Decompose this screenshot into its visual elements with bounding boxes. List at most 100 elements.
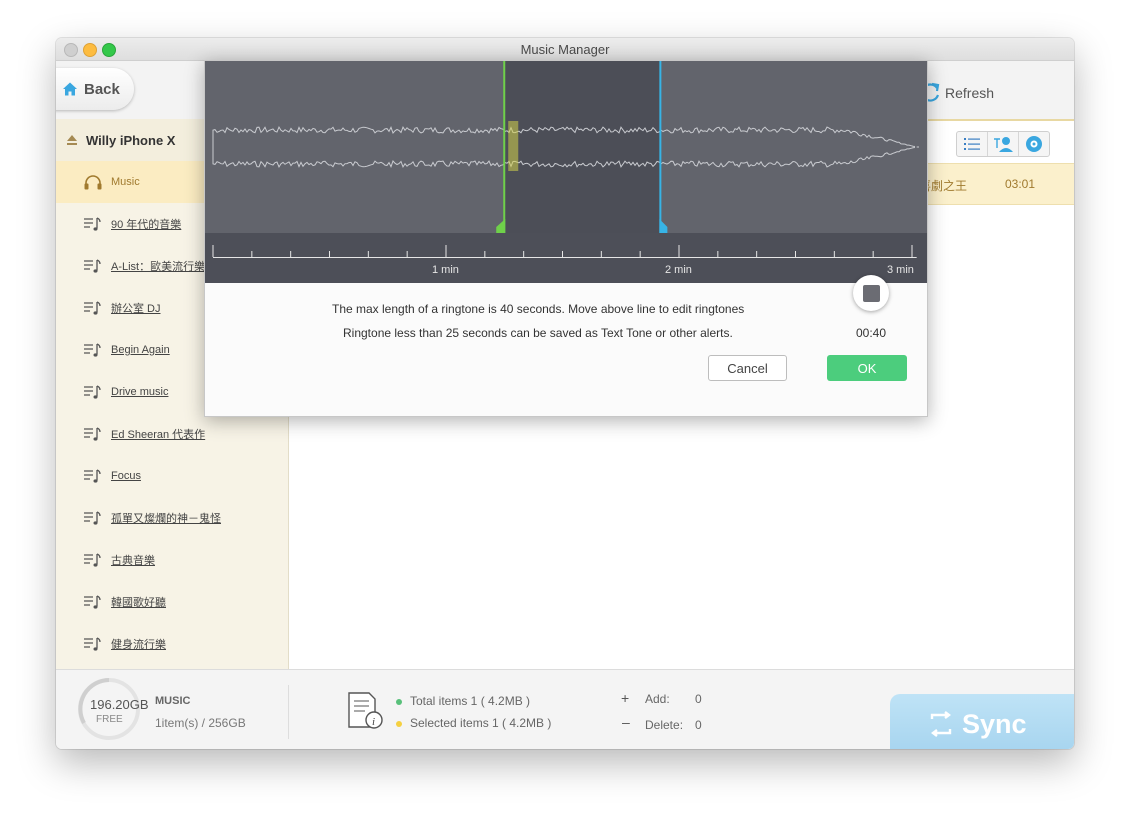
start-marker[interactable]: [496, 61, 506, 233]
ok-button[interactable]: OK: [827, 355, 907, 381]
ruler-tick: [833, 251, 835, 257]
ruler-tick: [872, 251, 874, 257]
minus-icon: –: [622, 714, 630, 730]
ruler-tick: [756, 251, 758, 257]
sidebar-item[interactable]: 古典音樂: [56, 539, 288, 581]
refresh-button[interactable]: Refresh: [918, 81, 994, 105]
ruler-baseline: [213, 257, 917, 258]
selected-items: Selected items 1 ( 4.2MB ): [410, 716, 552, 730]
refresh-label: Refresh: [945, 85, 995, 101]
waveform: [212, 61, 919, 233]
sidebar-item-label: 辦公室 DJ: [111, 303, 161, 315]
playlist-icon: [84, 511, 101, 525]
sidebar-item[interactable]: 健身流行樂: [56, 623, 288, 665]
playlist-icon: [84, 385, 101, 399]
sync-label: Sync: [962, 708, 1027, 739]
storage-free-amount: 196.20GB: [90, 697, 149, 712]
list-view-icon: [964, 138, 980, 150]
stop-icon: [862, 284, 880, 302]
ringtone-alert-message: Ringtone less than 25 seconds can be sav…: [343, 326, 733, 340]
category-count: 1item(s) / 256GB: [155, 716, 246, 730]
device-name: Willy iPhone X: [86, 132, 176, 148]
contacts-view-icon: [994, 137, 1013, 152]
ruler-tick: [562, 251, 563, 257]
sidebar-item-label: Music: [111, 176, 140, 188]
document-info-icon: i: [348, 692, 383, 729]
ruler-tick: [678, 245, 680, 257]
playlist-icon: [84, 343, 101, 357]
sidebar-item-label: 韓國歌好聽: [111, 597, 166, 609]
sidebar-item[interactable]: Ed Sheeran 代表作: [56, 413, 288, 455]
ringtone-editor-dialog: 1 min 2 min 3 min The max length of a ri…: [204, 60, 928, 417]
home-icon: [63, 82, 77, 96]
ruler-tick: [367, 251, 369, 257]
playhead-highlight: [508, 121, 519, 171]
ruler-tick: [911, 245, 913, 257]
ruler-tick: [484, 251, 486, 257]
ruler-tick: [212, 245, 214, 257]
bottom-bar: 196.20GB FREE MUSIC 1item(s) / 256GB i T…: [56, 669, 1074, 749]
ruler-label-1min: 1 min: [432, 264, 459, 276]
playlist-icon: [84, 427, 101, 441]
storage-free-label: FREE: [96, 714, 123, 725]
cancel-button[interactable]: Cancel: [708, 355, 787, 381]
ruler-tick: [329, 251, 330, 257]
ruler-tick: [251, 251, 253, 257]
playlist-icon: [84, 217, 101, 231]
contacts-view-button[interactable]: [988, 132, 1019, 156]
waveform-top: [212, 125, 916, 147]
delete-label: Delete:: [645, 718, 684, 732]
playlist-icon: [84, 469, 101, 483]
sync-button[interactable]: Sync: [890, 694, 1074, 749]
sidebar-item-label: 90 年代的音樂: [111, 219, 182, 231]
ruler-tick: [717, 251, 719, 257]
playlist-icon: [84, 259, 101, 273]
sidebar-item-label: 健身流行樂: [111, 639, 166, 651]
waveform-area[interactable]: [205, 61, 927, 233]
disc-view-button[interactable]: [1019, 132, 1049, 156]
ruler-tick: [445, 245, 447, 257]
stop-button[interactable]: [853, 275, 889, 311]
sidebar-item-label: A-List：歐美流行樂: [111, 261, 206, 273]
ruler-tick: [290, 251, 292, 257]
sidebar-item[interactable]: 孤單又燦爛的神－鬼怪: [56, 497, 288, 539]
window-title: Music Manager: [520, 42, 610, 57]
end-marker[interactable]: [659, 61, 668, 233]
view-switcher: [956, 131, 1050, 157]
ringtone-length-readout: 00:40: [856, 326, 887, 340]
headphones-icon: [84, 175, 102, 190]
sidebar-item-label: Ed Sheeran 代表作: [111, 429, 206, 441]
playlist-icon: [84, 301, 101, 315]
back-button[interactable]: Back: [56, 68, 134, 110]
sidebar-item-label: Drive music: [111, 386, 169, 398]
plus-icon: +: [621, 690, 630, 706]
ruler-label-3min: 3 min: [887, 264, 914, 276]
ruler-tick: [523, 251, 525, 257]
list-view-button[interactable]: [957, 132, 988, 156]
ruler-label-2min: 2 min: [665, 264, 692, 276]
playlist-icon: [84, 595, 101, 609]
sidebar-item-label: Begin Again: [111, 344, 170, 356]
ruler-ticks: [212, 245, 917, 258]
waveform-bottom: [212, 147, 916, 169]
sidebar-item-label: 古典音樂: [111, 555, 155, 567]
sidebar-item-label: 孤單又燦爛的神－鬼怪: [111, 513, 221, 525]
category-label: MUSIC: [155, 695, 191, 707]
playlist-icon: [84, 553, 101, 567]
song-duration: 03:01: [1005, 177, 1036, 191]
add-label: Add:: [645, 692, 670, 706]
ruler-tick: [406, 251, 408, 257]
sidebar-item-label: Focus: [111, 470, 141, 482]
total-dot: [396, 699, 402, 705]
sidebar-item[interactable]: 韓國歌好聽: [56, 581, 288, 623]
eject-icon[interactable]: [66, 134, 78, 146]
ruler-tick: [795, 251, 796, 257]
sidebar-item[interactable]: Focus: [56, 455, 288, 497]
sync-icon: [930, 711, 952, 737]
title-bar: Music Manager: [56, 38, 1074, 61]
playlist-icon: [84, 637, 101, 651]
ringtone-max-length-message: The max length of a ringtone is 40 secon…: [332, 302, 745, 316]
time-ruler: 1 min 2 min 3 min: [205, 233, 927, 283]
disc-view-icon: [1026, 136, 1042, 152]
svg-text:i: i: [372, 716, 375, 728]
